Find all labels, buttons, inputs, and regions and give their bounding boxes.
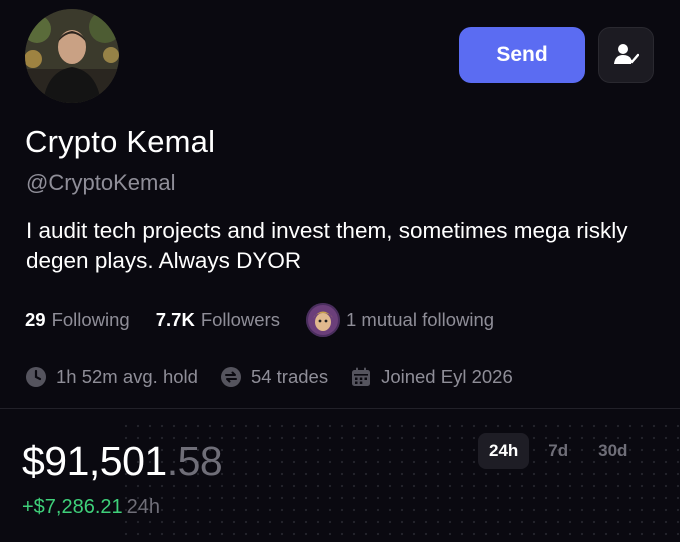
trading-meta: 1h 52m avg. hold 54 trades Joined Eyl 20… [25, 364, 513, 390]
avg-hold: 1h 52m avg. hold [25, 366, 198, 388]
send-button[interactable]: Send [459, 27, 585, 83]
joined-text: Joined Eyl 2026 [381, 366, 513, 387]
following-label: Following [51, 309, 130, 330]
following-stat[interactable]: 29 Following [25, 309, 130, 331]
mutual-following[interactable]: 1 mutual following [305, 303, 495, 337]
user-handle: @CryptoKemal [26, 170, 176, 195]
swap-icon [220, 366, 242, 388]
followers-stat[interactable]: 7.7K Followers [156, 309, 280, 331]
followers-count: 7.7K [155, 309, 195, 330]
profile-bio: I audit tech projects and invest them, s… [26, 218, 628, 273]
balance-main: $91,501 [22, 438, 167, 484]
change-amount: +$7,286.21 [22, 496, 123, 518]
calendar-icon [350, 366, 372, 388]
portfolio-balance: $91,501.58 [22, 438, 223, 485]
section-divider [0, 408, 680, 409]
balance-cents: .58 [166, 438, 223, 484]
joined: Joined Eyl 2026 [350, 366, 513, 388]
display-name: Crypto Kemal [25, 124, 216, 159]
user-check-icon [614, 44, 639, 64]
avg-hold-text: 1h 52m avg. hold [56, 366, 198, 387]
tab-24h[interactable]: 24h [478, 433, 530, 469]
profile-avatar[interactable] [25, 9, 119, 103]
profile-page: Send Crypto Kemal @CryptoKemal I audit t… [0, 0, 680, 542]
mutual-avatar [305, 303, 340, 337]
change-period: 24h [126, 496, 161, 518]
mutual-following-label: 1 mutual following [345, 309, 495, 330]
social-stats: 29 Following 7.7K Followers 1 mutual fol… [25, 302, 494, 338]
trades: 54 trades [220, 366, 328, 388]
timeframe-tabs: 24h 7d 30d [478, 433, 638, 469]
follow-toggle-button[interactable] [598, 27, 654, 83]
tab-7d[interactable]: 7d [537, 433, 579, 469]
trades-text: 54 trades [250, 366, 329, 387]
following-count: 29 [25, 309, 46, 330]
clock-icon [25, 366, 47, 388]
followers-label: Followers [200, 309, 280, 330]
tab-30d[interactable]: 30d [587, 433, 638, 469]
balance-change: +$7,286.21 24h [22, 496, 160, 519]
